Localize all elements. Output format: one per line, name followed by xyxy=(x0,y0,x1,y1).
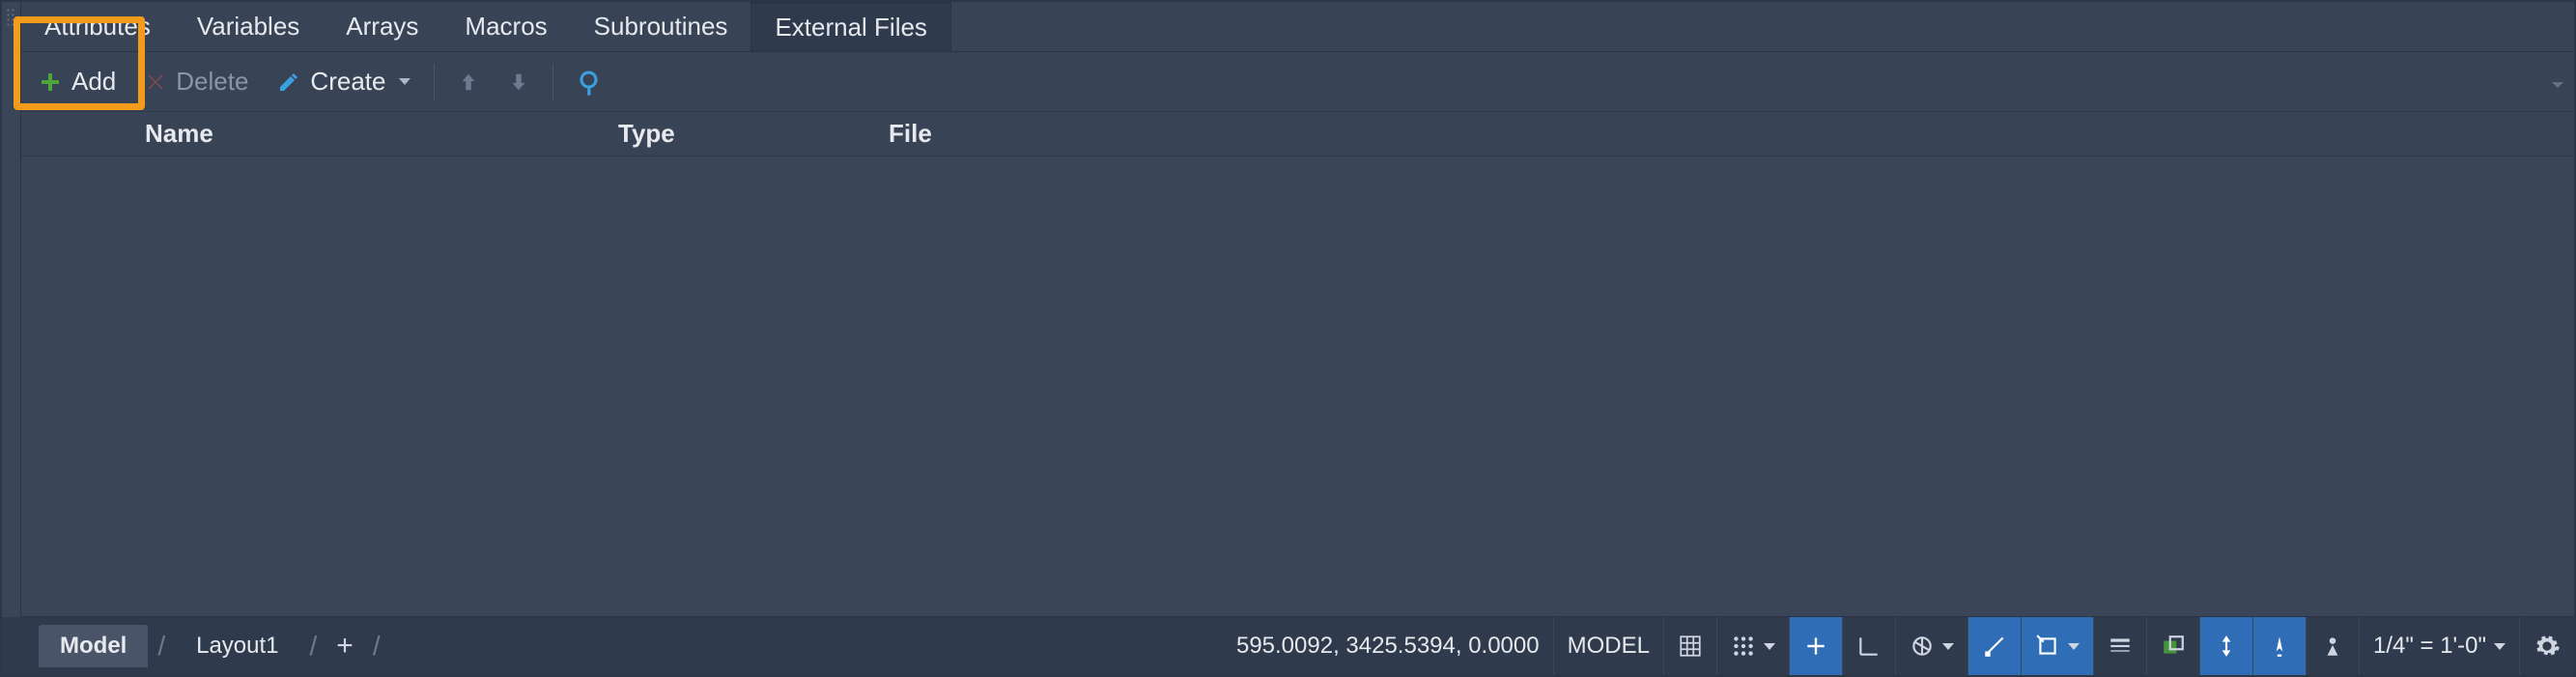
chevron-down-icon xyxy=(2494,643,2505,650)
coordinates-readout: 595.0092, 3425.5394, 0.0000 xyxy=(1223,617,1553,675)
add-button-label: Add xyxy=(71,67,116,97)
toolbar: Add Delete Create xyxy=(21,52,2574,112)
isoplane-toggle[interactable] xyxy=(1895,617,1967,675)
snap-toggle[interactable] xyxy=(1716,617,1789,675)
ortho-toggle[interactable] xyxy=(1789,617,1842,675)
delete-button-label: Delete xyxy=(176,67,248,97)
chevron-down-icon xyxy=(1942,643,1954,650)
transparency-toggle[interactable] xyxy=(2146,617,2199,675)
move-down-button xyxy=(502,68,535,97)
3d-osnap[interactable] xyxy=(2252,617,2306,675)
grid-toggle[interactable] xyxy=(1663,617,1716,675)
app-root: Attributes Variables Arrays Macros Subro… xyxy=(0,0,2576,677)
person-icon xyxy=(2320,634,2345,659)
customize-button[interactable] xyxy=(2519,617,2574,675)
column-header-type[interactable]: Type xyxy=(601,119,871,149)
chevron-down-icon xyxy=(2068,643,2080,650)
layout-tabs: Model / Layout1 / + / xyxy=(2,617,390,675)
polar-toggle[interactable] xyxy=(1842,617,1895,675)
layout-tab-separator: / xyxy=(363,631,390,662)
panel-drag-handle[interactable] xyxy=(2,2,21,675)
dyn-ucs[interactable] xyxy=(2306,617,2359,675)
magnifier-icon xyxy=(577,68,606,97)
transparency-icon xyxy=(2161,634,2186,659)
lineweight-icon xyxy=(2108,634,2133,659)
panel-tabs: Attributes Variables Arrays Macros Subro… xyxy=(21,2,2574,52)
cycling-icon xyxy=(2214,634,2239,659)
space-toggle[interactable]: MODEL xyxy=(1553,617,1663,675)
tab-external-files[interactable]: External Files xyxy=(750,2,951,51)
selection-cycling[interactable] xyxy=(2199,617,2252,675)
grip-dots-icon xyxy=(6,8,15,27)
add-layout-button[interactable]: + xyxy=(326,630,363,663)
layout-tab-separator: / xyxy=(300,631,327,662)
column-header-name[interactable]: Name xyxy=(127,119,601,149)
lineweight-toggle[interactable] xyxy=(2093,617,2146,675)
toolbar-separator xyxy=(552,64,553,100)
create-button[interactable]: Create xyxy=(271,65,416,99)
toolbar-overflow[interactable] xyxy=(2549,73,2566,91)
layout-tab-separator: / xyxy=(148,631,175,662)
layout-tab-model[interactable]: Model xyxy=(39,625,148,667)
compass-icon xyxy=(2267,634,2292,659)
isoplane-icon xyxy=(1910,634,1935,659)
move-up-button xyxy=(452,68,485,97)
delete-button: Delete xyxy=(139,65,254,99)
arrow-down-icon xyxy=(508,70,529,95)
x-icon xyxy=(145,71,166,93)
create-button-label: Create xyxy=(310,67,385,97)
layout-tab-layout1[interactable]: Layout1 xyxy=(175,625,299,667)
tab-macros[interactable]: Macros xyxy=(441,2,570,51)
annotation-scale[interactable]: 1/4" = 1'-0" xyxy=(2359,617,2519,675)
arrow-up-icon xyxy=(458,70,479,95)
table-header: Name Type File xyxy=(21,112,2574,156)
table-body-empty xyxy=(21,156,2574,617)
chevron-down-icon xyxy=(1764,643,1775,650)
chevron-down-icon xyxy=(399,78,410,85)
add-button[interactable]: Add xyxy=(33,65,122,99)
snap-grid-icon xyxy=(1731,634,1756,659)
tab-arrays[interactable]: Arrays xyxy=(323,2,441,51)
column-header-file[interactable]: File xyxy=(871,119,2574,149)
osnap-icon xyxy=(1982,634,2007,659)
osnap-toggle[interactable] xyxy=(1967,617,2021,675)
square-cursor-icon xyxy=(2035,634,2060,659)
osnap-settings[interactable] xyxy=(2021,617,2093,675)
toolbar-separator xyxy=(434,64,435,100)
inspect-button[interactable] xyxy=(571,66,611,99)
scale-readout: 1/4" = 1'-0" xyxy=(2373,633,2486,660)
angle-icon xyxy=(1856,634,1882,659)
pencil-icon xyxy=(277,71,300,94)
status-bar: Model / Layout1 / + / 595.0092, 3425.539… xyxy=(2,617,2574,675)
tab-subroutines[interactable]: Subroutines xyxy=(571,2,751,51)
grid-icon xyxy=(1678,634,1703,659)
tab-variables[interactable]: Variables xyxy=(174,2,323,51)
tab-attributes[interactable]: Attributes xyxy=(21,2,174,51)
plus-icon xyxy=(39,71,62,94)
gear-icon xyxy=(2534,633,2561,660)
ortho-icon xyxy=(1803,634,1828,659)
